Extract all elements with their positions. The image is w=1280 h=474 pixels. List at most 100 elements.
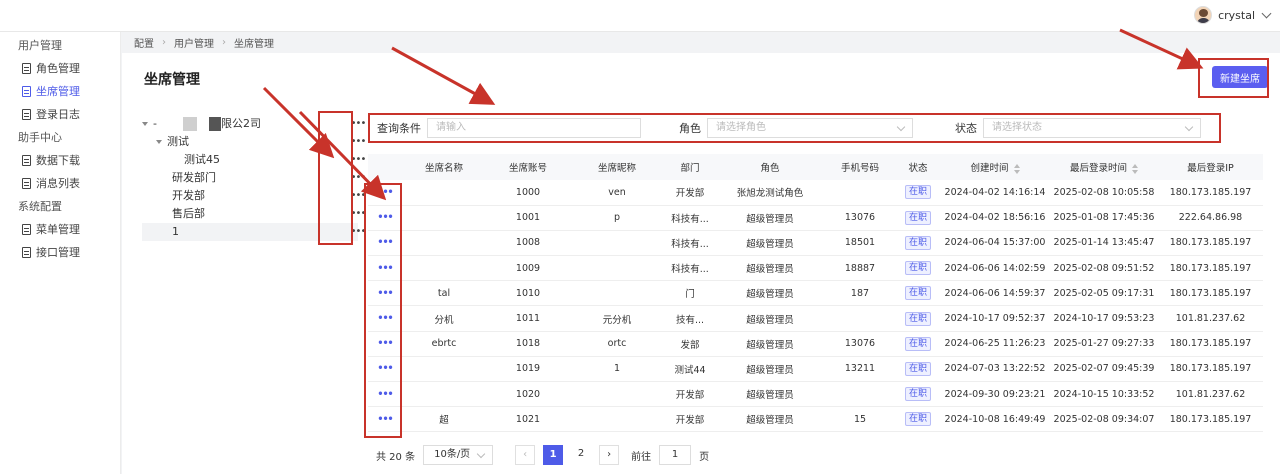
cell-text: ebrtc	[431, 338, 457, 350]
chevron-down-icon	[1261, 8, 1272, 19]
column-header-sortable[interactable]: 最后登录时间	[1050, 154, 1158, 180]
new-agent-button[interactable]: 新建坐席	[1212, 66, 1268, 88]
cell-nickname	[570, 406, 664, 433]
cell-more[interactable]: •••	[368, 381, 402, 408]
cell-more[interactable]: •••	[368, 305, 402, 332]
cell-text: 101.81.237.62	[1175, 313, 1246, 325]
user-menu[interactable]: crystal	[1194, 6, 1272, 24]
cell-last-login: 2025-01-08 17:45:36	[1050, 205, 1158, 231]
column-header: 坐席昵称	[570, 154, 664, 180]
cell-dept: 技有...	[664, 305, 716, 332]
tree-node[interactable]: 测试45 •••	[142, 151, 366, 169]
more-actions-icon[interactable]: •••	[377, 414, 393, 425]
cell-text: 分机	[434, 314, 454, 326]
more-icon[interactable]: •••	[346, 187, 370, 205]
cell-phone	[824, 180, 896, 206]
more-actions-icon[interactable]: •••	[377, 237, 393, 248]
prev-page-button[interactable]: ‹	[515, 445, 536, 465]
tree-node[interactable]: 测试 •••	[142, 133, 366, 151]
next-page-button[interactable]: ›	[599, 445, 620, 465]
sort-icon[interactable]	[1132, 163, 1138, 174]
more-actions-icon[interactable]: •••	[377, 389, 393, 400]
more-icon[interactable]: •••	[346, 115, 370, 133]
query-input[interactable]: 请输入	[427, 118, 641, 138]
tree-node[interactable]: 1 •••	[142, 223, 366, 241]
cell-status: 在职	[896, 356, 940, 383]
column-header: 手机号码	[824, 154, 896, 180]
sidebar-item-menus[interactable]: 菜单管理	[0, 218, 120, 241]
cell-text: 2024-04-02 18:56:16	[944, 212, 1046, 224]
cell-more[interactable]: •••	[368, 205, 402, 231]
cell-role: 超级管理员	[716, 255, 824, 282]
cell-nickname	[570, 255, 664, 282]
page-button[interactable]: 1	[543, 445, 564, 465]
cell-text: 张旭龙测试角色	[736, 188, 804, 200]
cell-more[interactable]: •••	[368, 255, 402, 282]
cell-phone: 18887	[824, 255, 896, 282]
more-actions-icon[interactable]: •••	[377, 212, 393, 223]
cell-account: 1008	[486, 230, 570, 257]
more-actions-icon[interactable]: •••	[377, 338, 393, 349]
more-actions-icon[interactable]: •••	[377, 288, 393, 299]
tree-node-label: 售后部	[172, 207, 205, 220]
cell-text: 18887	[844, 262, 876, 274]
cell-role: 超级管理员	[716, 356, 824, 383]
breadcrumb-item[interactable]: 配置	[134, 35, 154, 50]
cell-more[interactable]: •••	[368, 280, 402, 307]
breadcrumb-item[interactable]: 用户管理	[174, 35, 214, 50]
sidebar-item-label: 数据下载	[36, 154, 80, 167]
cell-more[interactable]: •••	[368, 406, 402, 433]
more-actions-icon[interactable]: •••	[377, 263, 393, 274]
cell-more[interactable]: •••	[368, 356, 402, 383]
cell-ip: 180.173.185.197	[1158, 230, 1263, 257]
cell-dept: 科技有...	[664, 255, 716, 282]
department-tree: - 限公2司 ••• 测试 ••• 测试45 ••• 研发部门 ••• 开发部 ••• 售后…	[142, 115, 366, 241]
tree-node[interactable]: - 限公2司 •••	[142, 115, 366, 133]
tree-node[interactable]: 售后部 •••	[142, 205, 366, 223]
cell-text: 开发部	[675, 415, 705, 427]
cell-text: 技有...	[675, 314, 705, 326]
goto-page-input[interactable]: 1	[659, 445, 692, 465]
sidebar-item-roles[interactable]: 角色管理	[0, 57, 120, 80]
sidebar-item-apis[interactable]: 接口管理	[0, 241, 120, 264]
pagination: 共 20 条 10条/页 ‹ 1 2 › 前往 1 页	[376, 445, 709, 465]
sort-icon[interactable]	[1013, 163, 1020, 174]
cell-name: tal	[402, 280, 486, 307]
role-select[interactable]: 请选择角色	[707, 118, 913, 138]
more-actions-icon[interactable]: •••	[377, 187, 393, 198]
more-actions-icon[interactable]: •••	[377, 363, 393, 374]
more-icon[interactable]: •••	[346, 223, 370, 241]
cell-more[interactable]: •••	[368, 230, 402, 257]
avatar	[1194, 6, 1213, 24]
cell-text: 开发部	[675, 188, 705, 200]
cell-account: 1009	[486, 255, 570, 282]
sidebar-item-login-log[interactable]: 登录日志	[0, 103, 120, 126]
sidebar-item-label: 菜单管理	[36, 223, 80, 236]
page-size-select[interactable]: 10条/页	[423, 445, 494, 465]
cell-phone: 187	[824, 280, 896, 307]
page-button[interactable]: 2	[571, 445, 591, 465]
status-select[interactable]: 请选择状态	[983, 118, 1201, 138]
tree-node-label: 测试	[167, 135, 189, 148]
cell-last-login: 2025-02-05 09:17:31	[1050, 280, 1158, 307]
cell-phone: 15	[824, 406, 896, 433]
tree-node[interactable]: 开发部 •••	[142, 187, 366, 205]
cell-created: 2024-04-02 14:16:14	[940, 180, 1050, 206]
tree-node[interactable]: 研发部门 •••	[142, 169, 366, 187]
cell-text: 1020	[515, 388, 541, 400]
more-icon[interactable]: •••	[346, 133, 370, 151]
sidebar-item-data-download[interactable]: 数据下载	[0, 149, 120, 172]
more-actions-icon[interactable]: •••	[377, 313, 393, 324]
cell-more[interactable]: •••	[368, 331, 402, 357]
more-icon[interactable]: •••	[346, 169, 370, 187]
more-icon[interactable]: •••	[346, 151, 370, 169]
cell-status: 在职	[896, 180, 940, 206]
status-badge: 在职	[904, 185, 931, 200]
status-badge: 在职	[904, 235, 931, 250]
more-icon[interactable]: •••	[346, 205, 370, 223]
cell-more[interactable]: •••	[368, 180, 402, 206]
cell-account: 1021	[486, 406, 570, 433]
column-header-sortable[interactable]: 创建时间	[940, 154, 1050, 180]
sidebar-item-messages[interactable]: 消息列表	[0, 172, 120, 195]
sidebar-item-agents[interactable]: 坐席管理	[0, 80, 120, 103]
